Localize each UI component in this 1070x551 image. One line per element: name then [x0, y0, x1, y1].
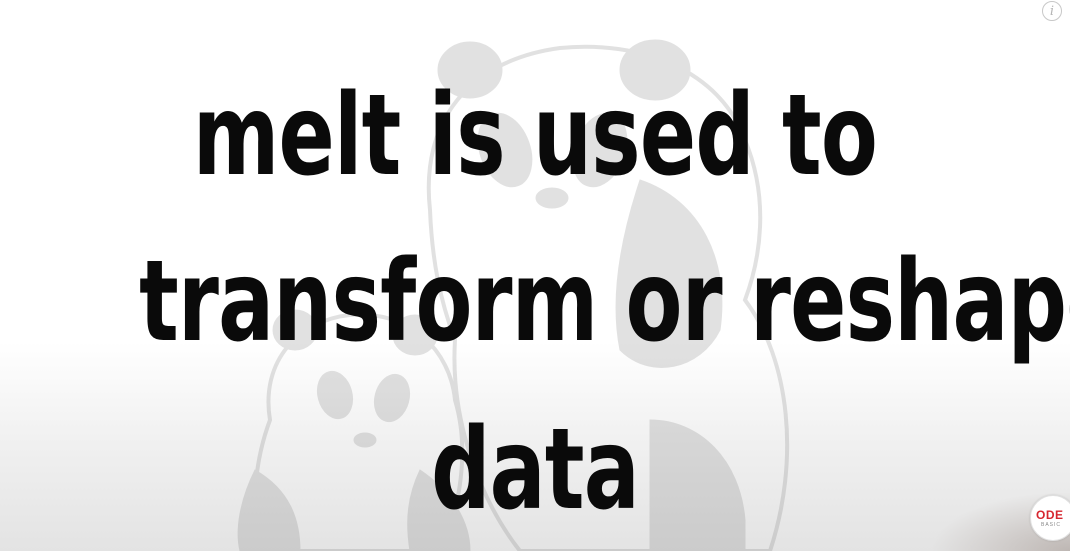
info-glyph: i — [1049, 4, 1055, 19]
codebasics-logo[interactable]: ODE BASIC — [1030, 495, 1070, 541]
logo-text: ODE — [1036, 508, 1064, 522]
logo-subtext: BASIC — [1041, 522, 1062, 528]
slide-text-line-1: melt is used to — [192, 71, 878, 201]
slide-text-line-2: transform or reshape — [139, 237, 1070, 367]
info-icon[interactable]: i — [1042, 1, 1062, 21]
slide-text-line-3: data — [431, 405, 640, 535]
